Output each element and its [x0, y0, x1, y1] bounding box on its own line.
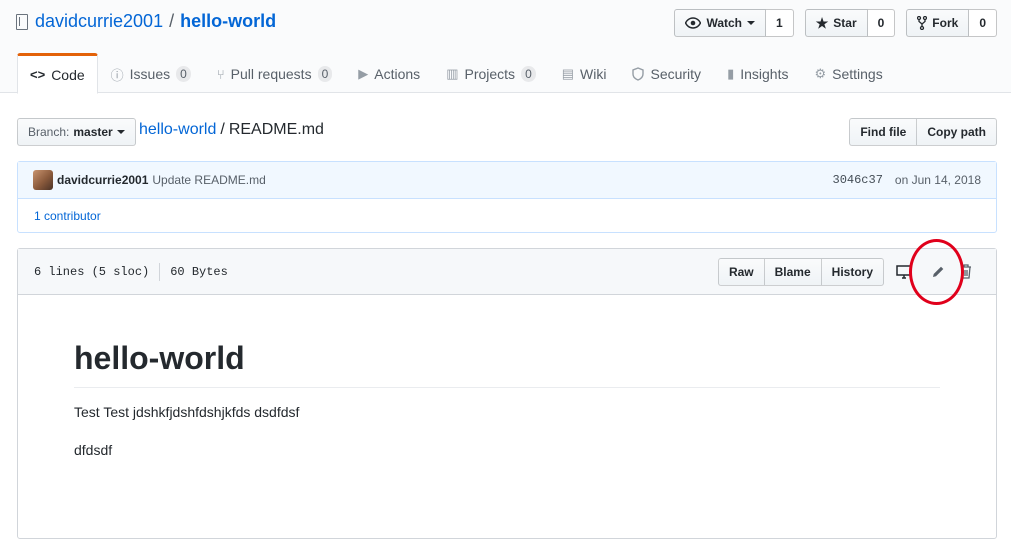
commit-date: on Jun 14, 2018	[894, 173, 981, 187]
tab-projects[interactable]: ▥ Projects 0	[433, 53, 549, 93]
pull-requests-count-badge: 0	[317, 66, 333, 82]
readme-paragraph: Test Test jdshkfjdshfdshjkfds dsdfdsf	[74, 404, 300, 420]
repo-header: davidcurrie2001 / hello-world Watch 1 ★ …	[0, 0, 1011, 94]
branch-select[interactable]: Branch: master	[17, 118, 136, 146]
code-icon: <>	[30, 67, 46, 82]
fork-button[interactable]: Fork	[906, 9, 970, 37]
file-info: 6 lines (5 sloc) 60 Bytes	[34, 262, 228, 281]
readme-heading: hello-world	[74, 340, 940, 388]
play-icon: ▶	[358, 66, 369, 81]
delete-file-button[interactable]	[952, 258, 980, 286]
desktop-button[interactable]	[890, 258, 918, 286]
tab-label: Settings	[832, 66, 883, 82]
desktop-icon	[896, 264, 912, 279]
branch-label: Branch:	[28, 125, 70, 139]
commit-message[interactable]: Update README.md	[152, 173, 265, 187]
star-label: Star	[833, 16, 857, 30]
eye-icon	[685, 17, 702, 29]
pencil-icon	[933, 266, 944, 277]
breadcrumb-repo-link[interactable]: hello-world	[139, 121, 216, 138]
commit-box: davidcurrie2001 Update README.md 3046c37…	[17, 161, 997, 233]
tab-security[interactable]: Security	[619, 53, 714, 93]
tab-actions[interactable]: ▶ Actions	[345, 53, 433, 93]
graph-icon: ▮	[727, 66, 735, 81]
readme-content: hello-world Test Test jdshkfjdshfdshjkfd…	[18, 295, 996, 458]
tab-label: Insights	[740, 66, 789, 82]
avatar[interactable]	[33, 170, 53, 190]
fork-count[interactable]: 0	[969, 9, 997, 37]
tab-code[interactable]: <> Code	[17, 53, 98, 94]
file-size: 60 Bytes	[170, 264, 228, 279]
projects-count-badge: 0	[521, 66, 536, 82]
star-group: ★ Star 0	[804, 9, 896, 37]
commit-author[interactable]: davidcurrie2001	[57, 173, 148, 187]
watch-label: Watch	[706, 16, 743, 30]
watch-group: Watch 1	[674, 9, 794, 37]
star-icon: ★	[815, 14, 829, 31]
project-icon: ▥	[446, 66, 459, 81]
tab-settings[interactable]: ⚙ Settings	[801, 53, 895, 93]
repo-title-separator: /	[169, 11, 175, 31]
tab-issues[interactable]: ⓘ Issues 0	[98, 53, 204, 93]
tab-label: Code	[51, 66, 85, 83]
repo-icon	[16, 13, 28, 30]
file-header: 6 lines (5 sloc) 60 Bytes Raw Blame Hist…	[18, 249, 996, 295]
book-icon: ▤	[561, 66, 575, 81]
issues-count-badge: 0	[176, 66, 191, 82]
commit-sha[interactable]: 3046c37	[833, 173, 883, 187]
tab-label: Security	[650, 66, 702, 82]
file-nav-buttons: Find file Copy path	[849, 118, 997, 146]
chevron-down-icon	[747, 21, 756, 25]
repo-title: davidcurrie2001 / hello-world	[16, 11, 276, 32]
repo-owner-link[interactable]: davidcurrie2001	[35, 11, 163, 32]
shield-icon	[632, 67, 645, 81]
branch-value: master	[73, 125, 113, 139]
trash-icon	[961, 264, 971, 279]
file-info-divider	[159, 262, 161, 281]
star-button[interactable]: ★ Star	[804, 9, 868, 37]
edit-file-button[interactable]	[924, 258, 952, 286]
tab-insights[interactable]: ▮ Insights	[714, 53, 801, 93]
breadcrumb-file: README.md	[228, 121, 324, 138]
file-actions: Raw Blame History	[717, 257, 980, 286]
fork-group: Fork 0	[906, 9, 997, 37]
raw-button[interactable]: Raw	[717, 257, 765, 286]
breadcrumb: hello-world / README.md	[139, 121, 324, 139]
commit-meta: 3046c37 on Jun 14, 2018	[833, 173, 982, 187]
tab-label: Projects	[464, 66, 516, 82]
blame-button[interactable]: Blame	[763, 257, 822, 286]
gear-icon: ⚙	[814, 66, 827, 81]
tab-label: Wiki	[580, 66, 607, 82]
tab-label: Issues	[129, 66, 171, 82]
repo-actions: Watch 1 ★ Star 0 Fork 0	[674, 9, 997, 37]
fork-icon	[917, 16, 928, 30]
tab-label: Pull requests	[230, 66, 312, 82]
copy-path-button[interactable]: Copy path	[917, 118, 997, 146]
star-count[interactable]: 0	[867, 9, 896, 37]
repo-nav-tabs: <> Code ⓘ Issues 0 ⑂ Pull requests 0 ▶ A…	[17, 53, 896, 94]
readme-paragraph: dfdsdf	[74, 442, 113, 458]
find-file-button[interactable]: Find file	[849, 118, 918, 146]
breadcrumb-separator: /	[220, 121, 225, 138]
repo-name-link[interactable]: hello-world	[180, 11, 276, 32]
file-box: 6 lines (5 sloc) 60 Bytes Raw Blame Hist…	[17, 248, 997, 539]
watch-count[interactable]: 1	[766, 9, 794, 37]
latest-commit: davidcurrie2001 Update README.md 3046c37…	[18, 162, 996, 199]
history-button[interactable]: History	[820, 257, 884, 286]
issue-icon: ⓘ	[110, 67, 124, 83]
tab-wiki[interactable]: ▤ Wiki	[549, 53, 620, 93]
tab-label: Actions	[374, 66, 421, 82]
file-lines: 6 lines (5 sloc)	[34, 264, 150, 279]
contributors-link[interactable]: 1 contributor	[18, 199, 996, 233]
tab-pull-requests[interactable]: ⑂ Pull requests 0	[204, 53, 345, 93]
fork-label: Fork	[932, 16, 959, 30]
watch-button[interactable]: Watch	[674, 9, 767, 37]
pull-request-icon: ⑂	[216, 66, 225, 82]
chevron-down-icon	[116, 130, 125, 134]
